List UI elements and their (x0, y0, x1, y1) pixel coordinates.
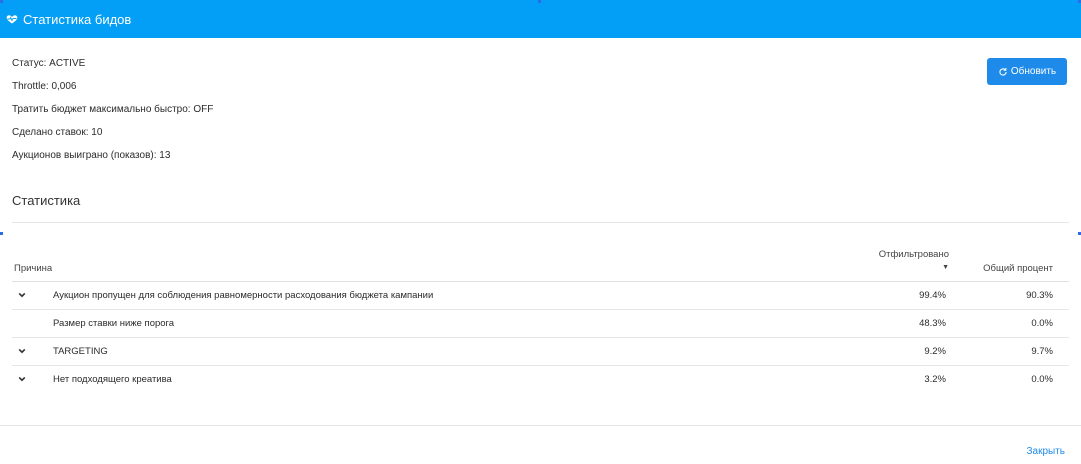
close-button[interactable]: Закрыть (1026, 446, 1065, 457)
table-row[interactable]: Аукцион пропущен для соблюдения равномер… (12, 282, 1069, 310)
sort-desc-icon: ▼ (942, 264, 949, 271)
chevron-down-icon[interactable] (18, 375, 26, 383)
footer-divider (0, 425, 1081, 426)
table-row[interactable]: TARGETING 9.2% 9.7% (12, 338, 1069, 366)
stats-section-title: Статистика (12, 193, 81, 208)
selection-handle (0, 0, 3, 3)
bids-made-text: Сделано ставок: 10 (12, 127, 103, 138)
modal-title: Статистика бидов (23, 11, 132, 27)
row-total: 0.0% (1031, 318, 1053, 329)
table-row[interactable]: Нет подходящего креатива 3.2% 0.0% (12, 366, 1069, 393)
heart-pulse-icon (6, 13, 18, 25)
row-total: 90.3% (1026, 290, 1053, 301)
row-filtered: 99.4% (919, 290, 946, 301)
row-reason: Нет подходящего креатива (53, 374, 172, 385)
status-text: Статус: ACTIVE (12, 58, 86, 69)
row-filtered: 48.3% (919, 318, 946, 329)
row-filtered: 3.2% (924, 374, 946, 385)
bid-stats-modal: Статистика бидов Статус: ACTIVE Throttle… (0, 0, 1081, 464)
spend-fast-text: Тратить бюджет максимально быстро: OFF (12, 104, 214, 115)
chevron-down-icon[interactable] (18, 291, 26, 299)
refresh-button-label: Обновить (1010, 66, 1057, 77)
row-reason: Аукцион пропущен для соблюдения равномер… (53, 290, 434, 301)
divider (12, 222, 1069, 223)
refresh-icon (999, 67, 1007, 76)
table-body: Аукцион пропущен для соблюдения равномер… (12, 282, 1069, 393)
column-header-filtered[interactable]: Отфильтровано ▼ (879, 249, 949, 271)
column-header-filtered-label: Отфильтровано (878, 249, 949, 260)
column-header-total: Общий процент (983, 263, 1053, 274)
refresh-button[interactable]: Обновить (987, 58, 1067, 85)
throttle-text: Throttle: 0,006 (12, 81, 77, 92)
campaign-info: Статус: ACTIVE Throttle: 0,006 Тратить б… (12, 57, 213, 172)
row-total: 9.7% (1031, 346, 1053, 357)
selection-handle (0, 232, 3, 235)
row-reason: Размер ставки ниже порога (53, 318, 175, 329)
auctions-won-text: Аукционов выиграно (показов): 13 (12, 150, 171, 161)
chevron-down-icon[interactable] (18, 347, 26, 355)
modal-header: Статистика бидов (0, 0, 1081, 38)
row-reason: TARGETING (53, 346, 108, 357)
selection-handle (538, 0, 541, 3)
row-filtered: 9.2% (924, 346, 946, 357)
table-header: Причина Отфильтровано ▼ Общий процент (12, 246, 1069, 282)
stats-table: Причина Отфильтровано ▼ Общий процент Ау… (12, 246, 1069, 393)
table-row: Размер ставки ниже порога 48.3% 0.0% (12, 310, 1069, 338)
row-total: 0.0% (1031, 374, 1053, 385)
column-header-reason: Причина (14, 263, 53, 274)
